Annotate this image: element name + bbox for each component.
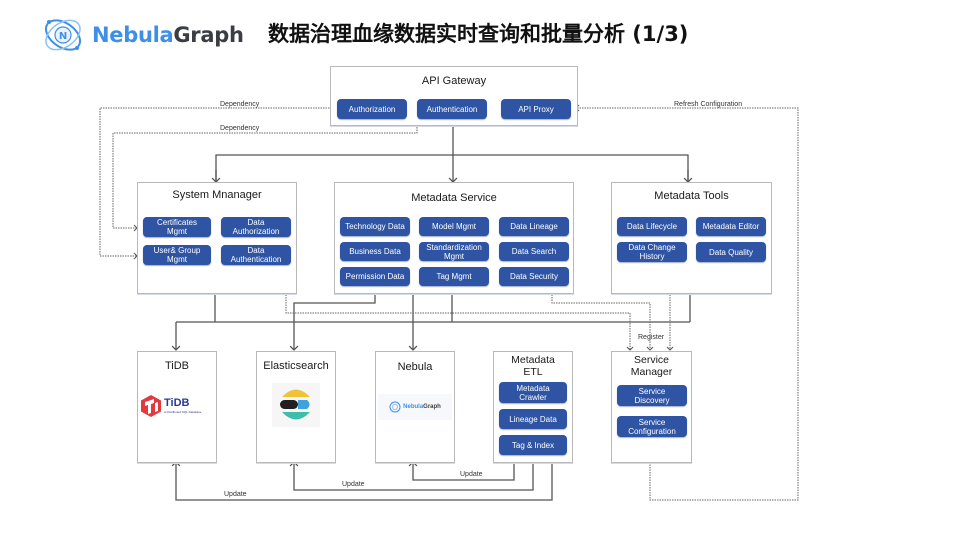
service-manager-title: Service Manager: [630, 354, 673, 378]
tidb-hexagon-icon: [141, 395, 161, 417]
nebula-logo-part2: Graph: [423, 404, 441, 410]
label-update-tidb: Update: [224, 491, 247, 498]
nebula-small-icon: [389, 401, 401, 413]
tidb-logo-text: TiDB: [164, 397, 190, 409]
label-dependency-1: Dependency: [220, 101, 260, 108]
nebula-logo-part1: Nebula: [403, 404, 424, 410]
nebula-box: Nebula NebulaGraph: [375, 351, 455, 463]
data-quality-button[interactable]: Data Quality: [696, 242, 766, 262]
system-manager-box: System Mnanager Certificates Mgmt Data A…: [137, 182, 297, 294]
api-gateway-title: API Gateway: [421, 75, 487, 87]
metadata-etl-box: Metadata ETL Metadata Crawler Lineage Da…: [493, 351, 573, 463]
system-manager-title: System Mnanager: [172, 189, 262, 201]
label-update-elasticsearch: Update: [342, 481, 365, 488]
user-group-mgmt-button[interactable]: User& Group Mgmt: [143, 245, 211, 265]
metadata-service-box: Metadata Service Technology Data Model M…: [334, 182, 574, 294]
nebula-title: Nebula: [397, 361, 433, 373]
edge-gateway-branch: [215, 154, 689, 182]
label-dependency-2: Dependency: [220, 125, 260, 132]
tag-index-button[interactable]: Tag & Index: [499, 435, 567, 455]
metadata-etl-title: Metadata ETL: [511, 354, 555, 378]
tidb-box: TiDB TiDB A Distributed SQL Database: [137, 351, 217, 463]
metadata-service-title: Metadata Service: [411, 192, 497, 204]
elasticsearch-logo-icon: [272, 383, 320, 427]
standardization-mgmt-button[interactable]: Standardization Mgmt: [419, 242, 489, 261]
elasticsearch-box: Elasticsearch: [256, 351, 336, 463]
authorization-button[interactable]: Authorization: [337, 99, 407, 119]
label-update-nebula: Update: [460, 471, 483, 478]
service-configuration-button[interactable]: Service Configuration: [617, 416, 687, 437]
tidb-logo: TiDB A Distributed SQL Database: [140, 394, 216, 418]
data-lineage-button[interactable]: Data Lineage: [499, 217, 569, 236]
elasticsearch-title: Elasticsearch: [263, 360, 329, 372]
tidb-logo-subtitle: A Distributed SQL Database: [164, 410, 202, 414]
label-register: Register: [638, 334, 665, 341]
data-search-button[interactable]: Data Search: [499, 242, 569, 261]
tag-mgmt-button[interactable]: Tag Mgmt: [419, 267, 489, 286]
nebulagraph-small-logo: NebulaGraph: [378, 394, 452, 420]
metadata-editor-button[interactable]: Metadata Editor: [696, 217, 766, 236]
metadata-crawler-button[interactable]: Metadata Crawler: [499, 382, 567, 403]
tidb-title: TiDB: [164, 360, 190, 372]
service-manager-box: Service Manager Service Discovery Servic…: [611, 351, 692, 463]
api-proxy-button[interactable]: API Proxy: [501, 99, 571, 119]
metadata-tools-title: Metadata Tools: [654, 190, 729, 202]
business-data-button[interactable]: Business Data: [340, 242, 410, 261]
lineage-data-button[interactable]: Lineage Data: [499, 409, 567, 429]
data-authorization-button[interactable]: Data Authorization: [221, 217, 291, 237]
data-security-button[interactable]: Data Security: [499, 267, 569, 286]
permission-data-button[interactable]: Permission Data: [340, 267, 410, 286]
data-lifecycle-button[interactable]: Data Lifecycle: [617, 217, 687, 236]
technology-data-button[interactable]: Technology Data: [340, 217, 410, 236]
service-discovery-button[interactable]: Service Discovery: [617, 385, 687, 406]
data-authentication-button[interactable]: Data Authentication: [221, 245, 291, 265]
label-refresh-configuration: Refresh Configuration: [674, 101, 743, 108]
certificates-mgmt-button[interactable]: Certificates Mgmt: [143, 217, 211, 237]
metadata-tools-box: Metadata Tools Data Lifecycle Metadata E…: [611, 182, 772, 294]
model-mgmt-button[interactable]: Model Mgmt: [419, 217, 489, 236]
data-change-history-button[interactable]: Data Change History: [617, 242, 687, 262]
authentication-button[interactable]: Authentication: [417, 99, 487, 119]
api-gateway-box: API Gateway Authorization Authentication…: [330, 66, 578, 126]
